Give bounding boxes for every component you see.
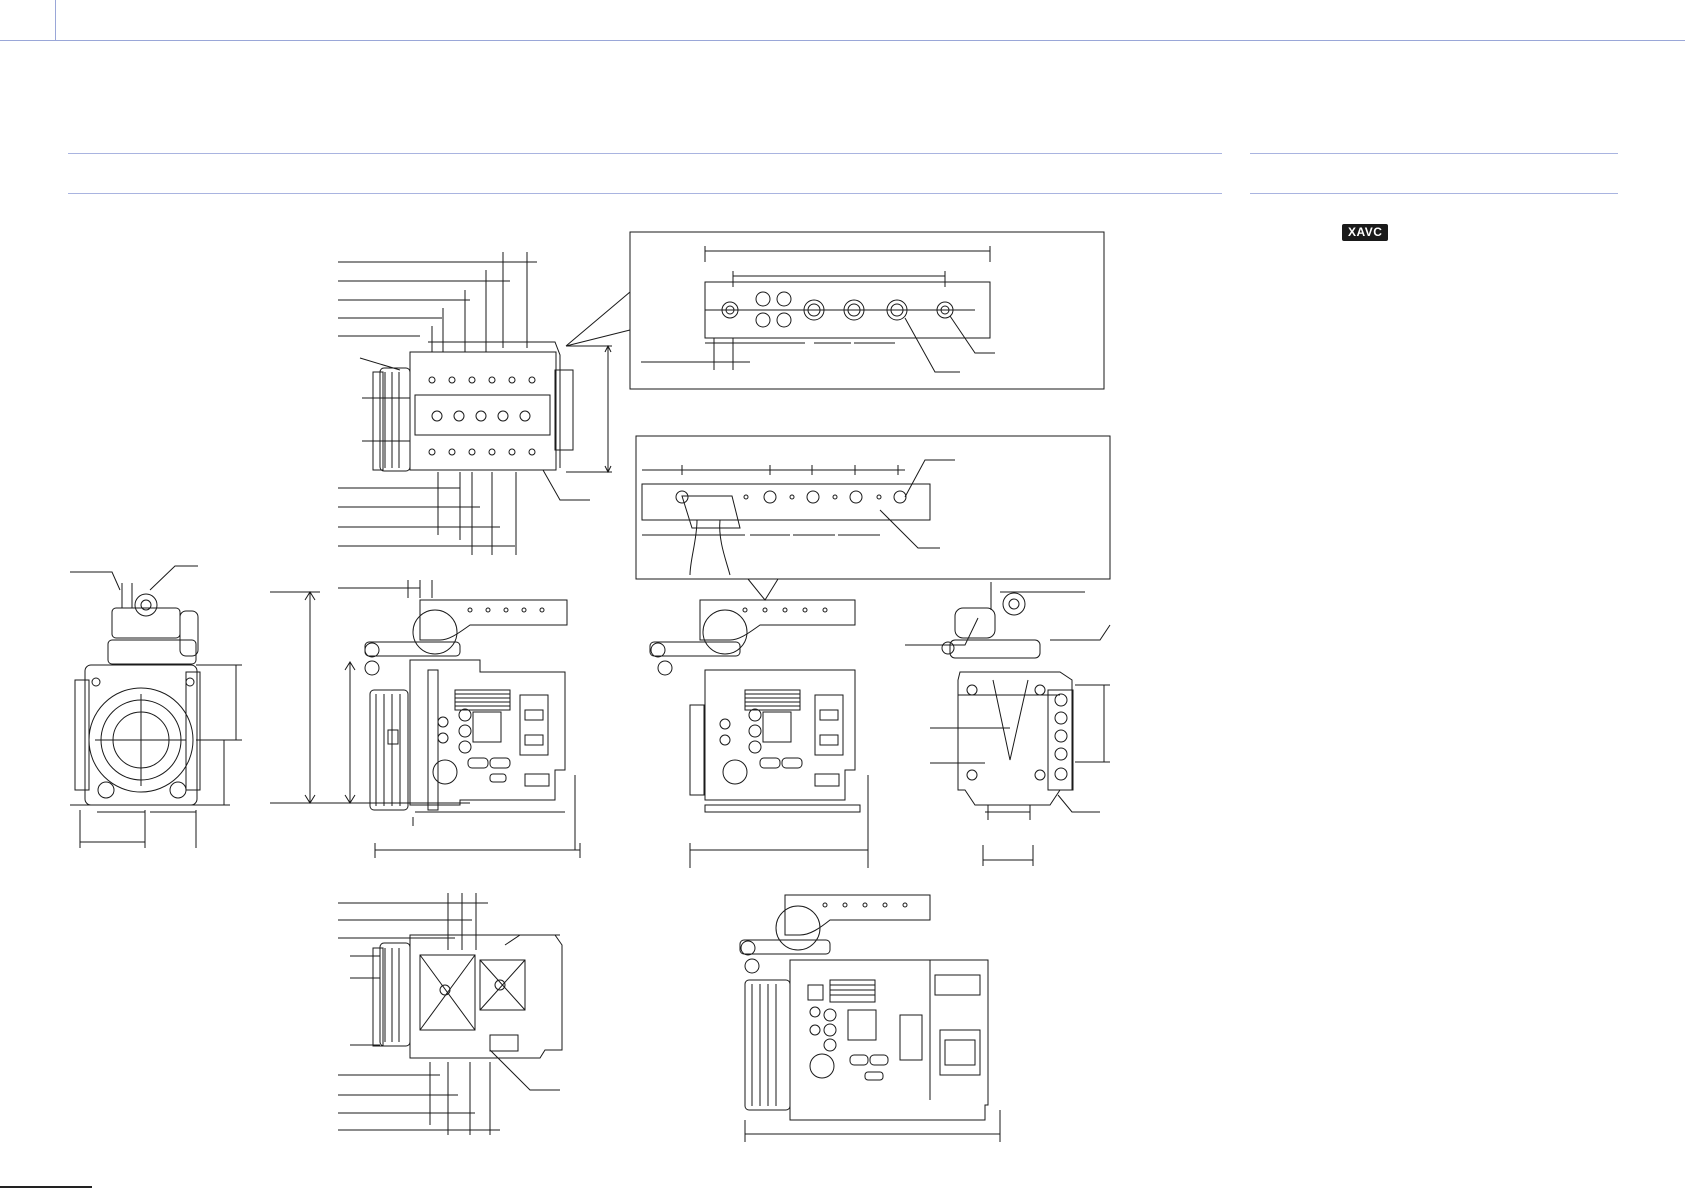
- top-view: [338, 252, 612, 555]
- bottom-view: [338, 893, 563, 1135]
- footer-rule: [0, 1186, 92, 1188]
- left-side-view-with-handle: [270, 580, 581, 858]
- front-view: [70, 565, 242, 848]
- top-mount-detail: [565, 231, 1105, 390]
- rear-view: [905, 582, 1111, 866]
- left-side-view: [649, 599, 869, 868]
- dimension-drawings: [70, 231, 1111, 1142]
- three-quarter-view: [739, 894, 1001, 1142]
- side-rail-detail: [635, 435, 1111, 601]
